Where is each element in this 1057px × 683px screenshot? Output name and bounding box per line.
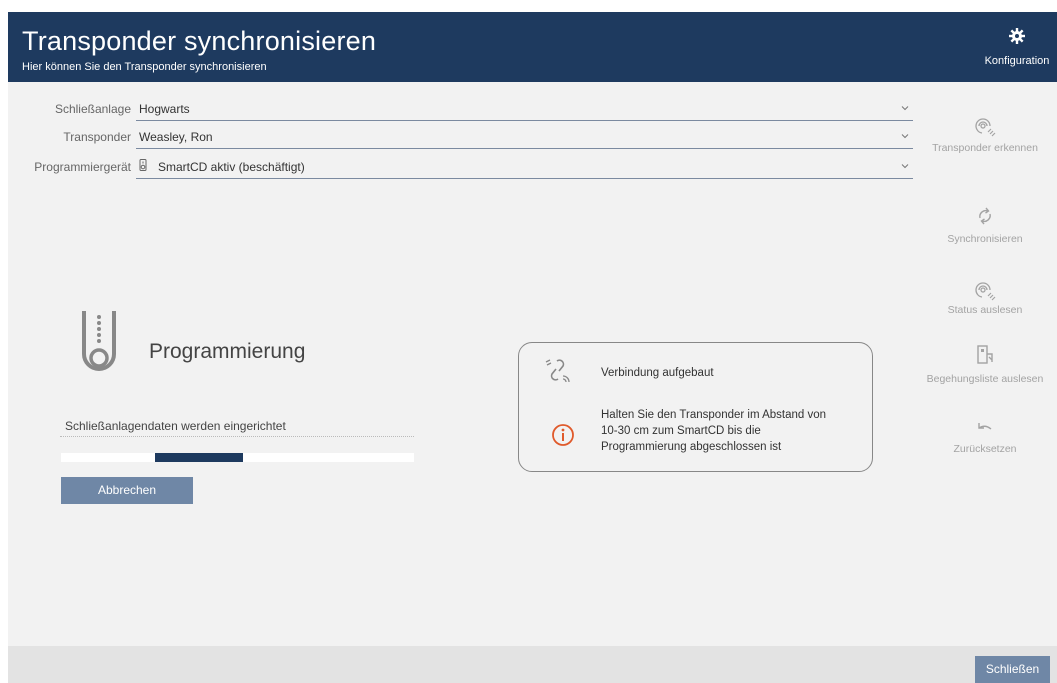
configuration-button[interactable]: Konfiguration	[977, 12, 1057, 82]
configuration-label: Konfiguration	[984, 55, 1050, 67]
hint-line: 10-30 cm zum SmartCD bis die	[601, 425, 761, 437]
hint-line: Programmierung abgeschlossen ist	[601, 441, 782, 453]
transponder-icon	[82, 311, 116, 371]
footer-bar: Schließen	[8, 646, 1057, 683]
transponder-select[interactable]: Weasley, Ron	[136, 126, 913, 149]
right-panel-top: Transponder erkennen	[913, 82, 1057, 194]
chevron-down-icon	[901, 164, 909, 169]
connection-status-text: Verbindung aufgebaut	[601, 367, 714, 379]
detect-transponder-label: Transponder erkennen	[932, 142, 1038, 154]
door-list-icon	[977, 345, 993, 364]
hint-line: Halten Sie den Transponder im Abstand vo…	[601, 409, 827, 421]
field-transponder: Transponder Weasley, Ron	[8, 126, 913, 149]
programming-device-value: SmartCD aktiv (beschäftigt)	[158, 160, 305, 174]
status-underline	[60, 436, 414, 437]
gear-icon	[1009, 28, 1025, 44]
locking-system-value: Hogwarts	[139, 102, 190, 116]
locking-system-select[interactable]: Hogwarts	[136, 98, 913, 121]
dialog-window: Transponder synchronisieren Hier können …	[8, 12, 1057, 683]
hint-text: Halten Sie den Transponder im Abstand vo…	[601, 407, 861, 455]
locking-system-label: Schließanlage	[54, 102, 131, 116]
programming-device-label: Programmiergerät	[34, 160, 131, 174]
close-button[interactable]: Schließen	[975, 656, 1050, 683]
sync-icon	[979, 207, 991, 225]
programming-device-select[interactable]: SmartCD aktiv (beschäftigt)	[136, 156, 913, 179]
undo-icon	[978, 423, 992, 430]
reset-label: Zurücksetzen	[953, 443, 1017, 455]
page-title: Transponder synchronisieren	[22, 26, 377, 56]
progress-bar	[61, 453, 414, 462]
page-subtitle: Hier können Sie den Transponder synchron…	[22, 61, 267, 73]
transponder-status-icon	[975, 282, 996, 301]
transponder-detect-icon	[975, 118, 996, 137]
read-access-list-label: Begehungsliste auslesen	[926, 373, 1044, 385]
synchronize-label: Synchronisieren	[947, 233, 1023, 245]
selection-form: Schließanlage Hogwarts Transponder Weasl…	[8, 82, 1057, 194]
cancel-button[interactable]: Abbrechen	[61, 477, 193, 504]
connection-link-icon	[545, 359, 570, 383]
programming-status: Schließanlagendaten werden eingerichtet	[65, 419, 286, 433]
warning-info-icon	[552, 424, 574, 446]
transponder-label: Transponder	[63, 130, 131, 144]
chevron-down-icon	[901, 106, 909, 111]
read-status-label: Status auslesen	[947, 304, 1023, 316]
transponder-value: Weasley, Ron	[139, 130, 213, 144]
progress-fill	[155, 453, 243, 462]
info-box: Verbindung aufgebaut Halten Sie den Tran…	[518, 342, 873, 472]
chevron-down-icon	[901, 134, 909, 139]
programming-title: Programmierung	[149, 340, 306, 363]
field-programming-device: Programmiergerät SmartCD aktiv (beschäft…	[8, 156, 913, 179]
header-bar: Transponder synchronisieren Hier können …	[8, 12, 1057, 82]
programming-device-icon	[139, 159, 147, 171]
field-locking-system: Schließanlage Hogwarts	[8, 98, 913, 121]
